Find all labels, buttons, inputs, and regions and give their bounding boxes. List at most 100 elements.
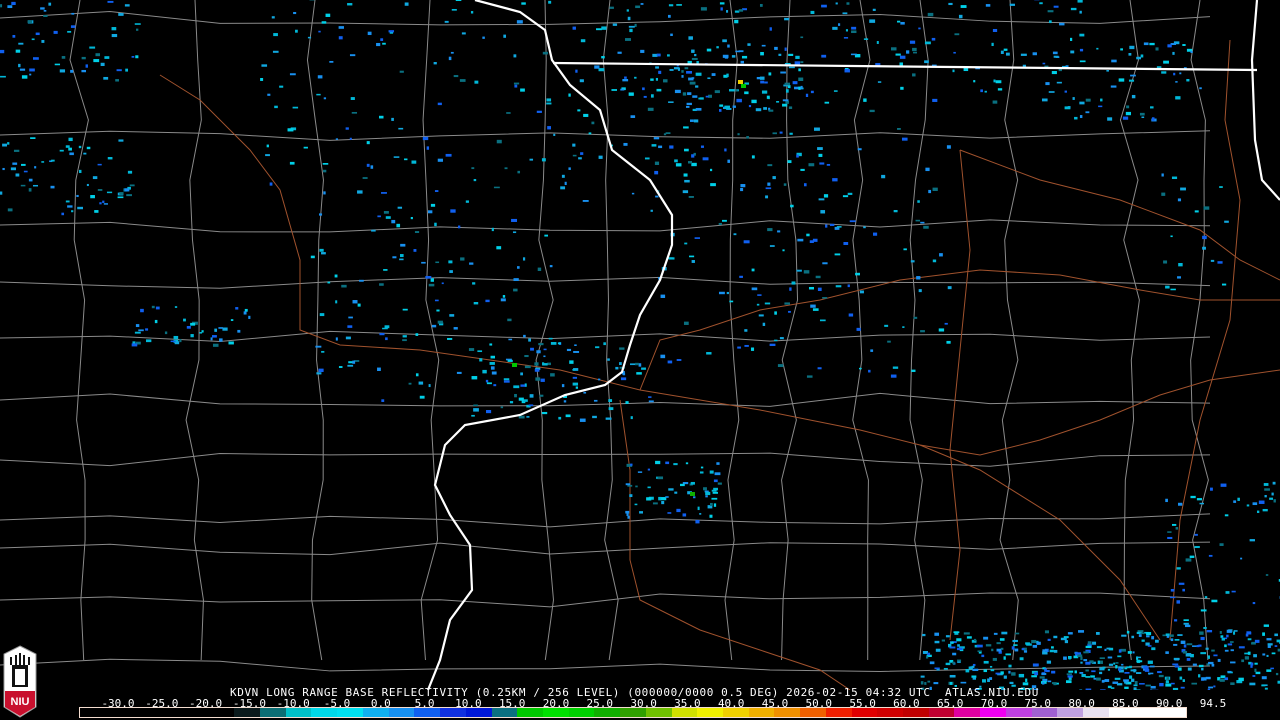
echo-pixel — [897, 20, 901, 23]
echo-pixel — [721, 219, 727, 222]
echo-pixel — [428, 283, 435, 287]
echo-pixel — [126, 194, 132, 197]
echo-pixel — [1233, 630, 1238, 632]
echo-pixel — [782, 99, 789, 102]
echo-pixel — [1042, 649, 1048, 652]
echo-pixel — [761, 44, 766, 47]
echo-pixel — [674, 491, 678, 494]
echo-pixel — [782, 249, 785, 252]
echo-pixel — [106, 191, 113, 194]
echo-pixel — [315, 345, 322, 348]
echo-pixel — [379, 283, 384, 286]
echo-pixel — [1252, 675, 1256, 677]
echo-pixel — [1194, 210, 1199, 213]
echo-pixel — [935, 648, 941, 652]
echo-pixel — [399, 258, 404, 261]
echo-pixel — [68, 147, 72, 151]
echo-pixel — [1271, 492, 1274, 496]
echo-pixel — [737, 346, 741, 349]
echo-pixel — [1271, 652, 1276, 655]
echo-pixel — [729, 300, 734, 303]
echo-pixel — [795, 55, 800, 59]
echo-pixel — [190, 334, 194, 338]
echo-pixel — [415, 373, 419, 377]
echo-pixel — [849, 220, 856, 223]
echo-pixel — [847, 284, 850, 288]
echo-pixel — [422, 136, 429, 141]
echo-pixel — [397, 206, 403, 209]
echo-pixel — [603, 342, 606, 346]
echo-pixel — [335, 138, 339, 140]
echo-pixel — [1200, 636, 1205, 641]
echo-pixel — [927, 680, 931, 683]
colorbar-swatch — [697, 708, 723, 717]
echo-pixel — [855, 272, 860, 276]
echo-pixel — [212, 343, 219, 347]
echo-pixel — [996, 648, 1002, 652]
echo-pixel — [174, 306, 178, 308]
echo-pixel — [388, 30, 395, 33]
echo-pixel — [949, 682, 953, 685]
echo-pixel — [794, 86, 799, 90]
colorbar — [79, 707, 1187, 718]
colorbar-swatch — [825, 708, 852, 717]
echo-pixel — [1266, 669, 1272, 672]
echo-pixel — [71, 12, 75, 15]
echo-pixel — [97, 189, 103, 191]
echo-pixel — [92, 176, 98, 180]
echo-pixel — [580, 152, 584, 155]
echo-pixel — [1000, 50, 1004, 54]
echo-pixel — [669, 69, 674, 71]
echo-pixel — [991, 648, 994, 652]
echo-pixel — [1136, 660, 1143, 663]
county-line — [0, 452, 1211, 467]
echo-pixel — [843, 242, 849, 245]
echo-pixel — [1213, 685, 1216, 688]
echo-pixel — [995, 80, 1002, 84]
echo-pixel — [647, 107, 654, 111]
echo-pixel — [818, 198, 825, 201]
echo-pixel — [95, 53, 101, 57]
echo-pixel — [1096, 47, 1099, 50]
echo-pixel — [824, 101, 830, 104]
echo-pixel — [511, 218, 518, 222]
echo-pixel — [506, 112, 511, 114]
echo-pixel — [895, 53, 901, 56]
echo-pixel — [717, 482, 722, 485]
echo-pixel — [1200, 652, 1207, 655]
echo-pixel — [321, 350, 325, 353]
echo-pixel — [1052, 51, 1058, 55]
echo-pixel — [1080, 656, 1083, 661]
echo-pixel — [774, 311, 777, 315]
echo-pixel — [521, 2, 526, 5]
echo-pixel — [1161, 192, 1166, 196]
echo-pixel — [543, 355, 546, 358]
echo-pixel — [1156, 66, 1162, 68]
echo-pixel — [718, 222, 722, 226]
echo-pixel — [392, 256, 397, 259]
echo-pixel — [727, 44, 730, 48]
echo-pixel — [77, 206, 83, 210]
echo-pixel — [751, 155, 755, 159]
colorbar-swatch — [851, 708, 878, 717]
colorbar-swatch — [645, 708, 672, 717]
echo-pixel — [43, 10, 47, 12]
echo-pixel — [522, 257, 526, 261]
echo-pixel — [396, 223, 401, 228]
echo-pixel — [842, 12, 848, 15]
echo-pixel — [1051, 670, 1056, 674]
echo-pixel — [674, 89, 681, 94]
echo-pixel — [695, 519, 700, 524]
echo-pixel — [744, 91, 749, 95]
echo-pixel — [683, 321, 689, 325]
radar-map[interactable] — [0, 0, 1280, 690]
echo-pixel — [1049, 20, 1052, 24]
echo-pixel — [680, 483, 685, 487]
echo-pixel — [399, 70, 404, 73]
colorbar-swatch — [1005, 708, 1032, 717]
echo-pixel — [991, 42, 994, 47]
echo-pixel — [777, 364, 784, 368]
echo-pixel — [164, 331, 168, 335]
echo-pixel — [1175, 527, 1179, 530]
echo-pixel — [1106, 647, 1111, 650]
